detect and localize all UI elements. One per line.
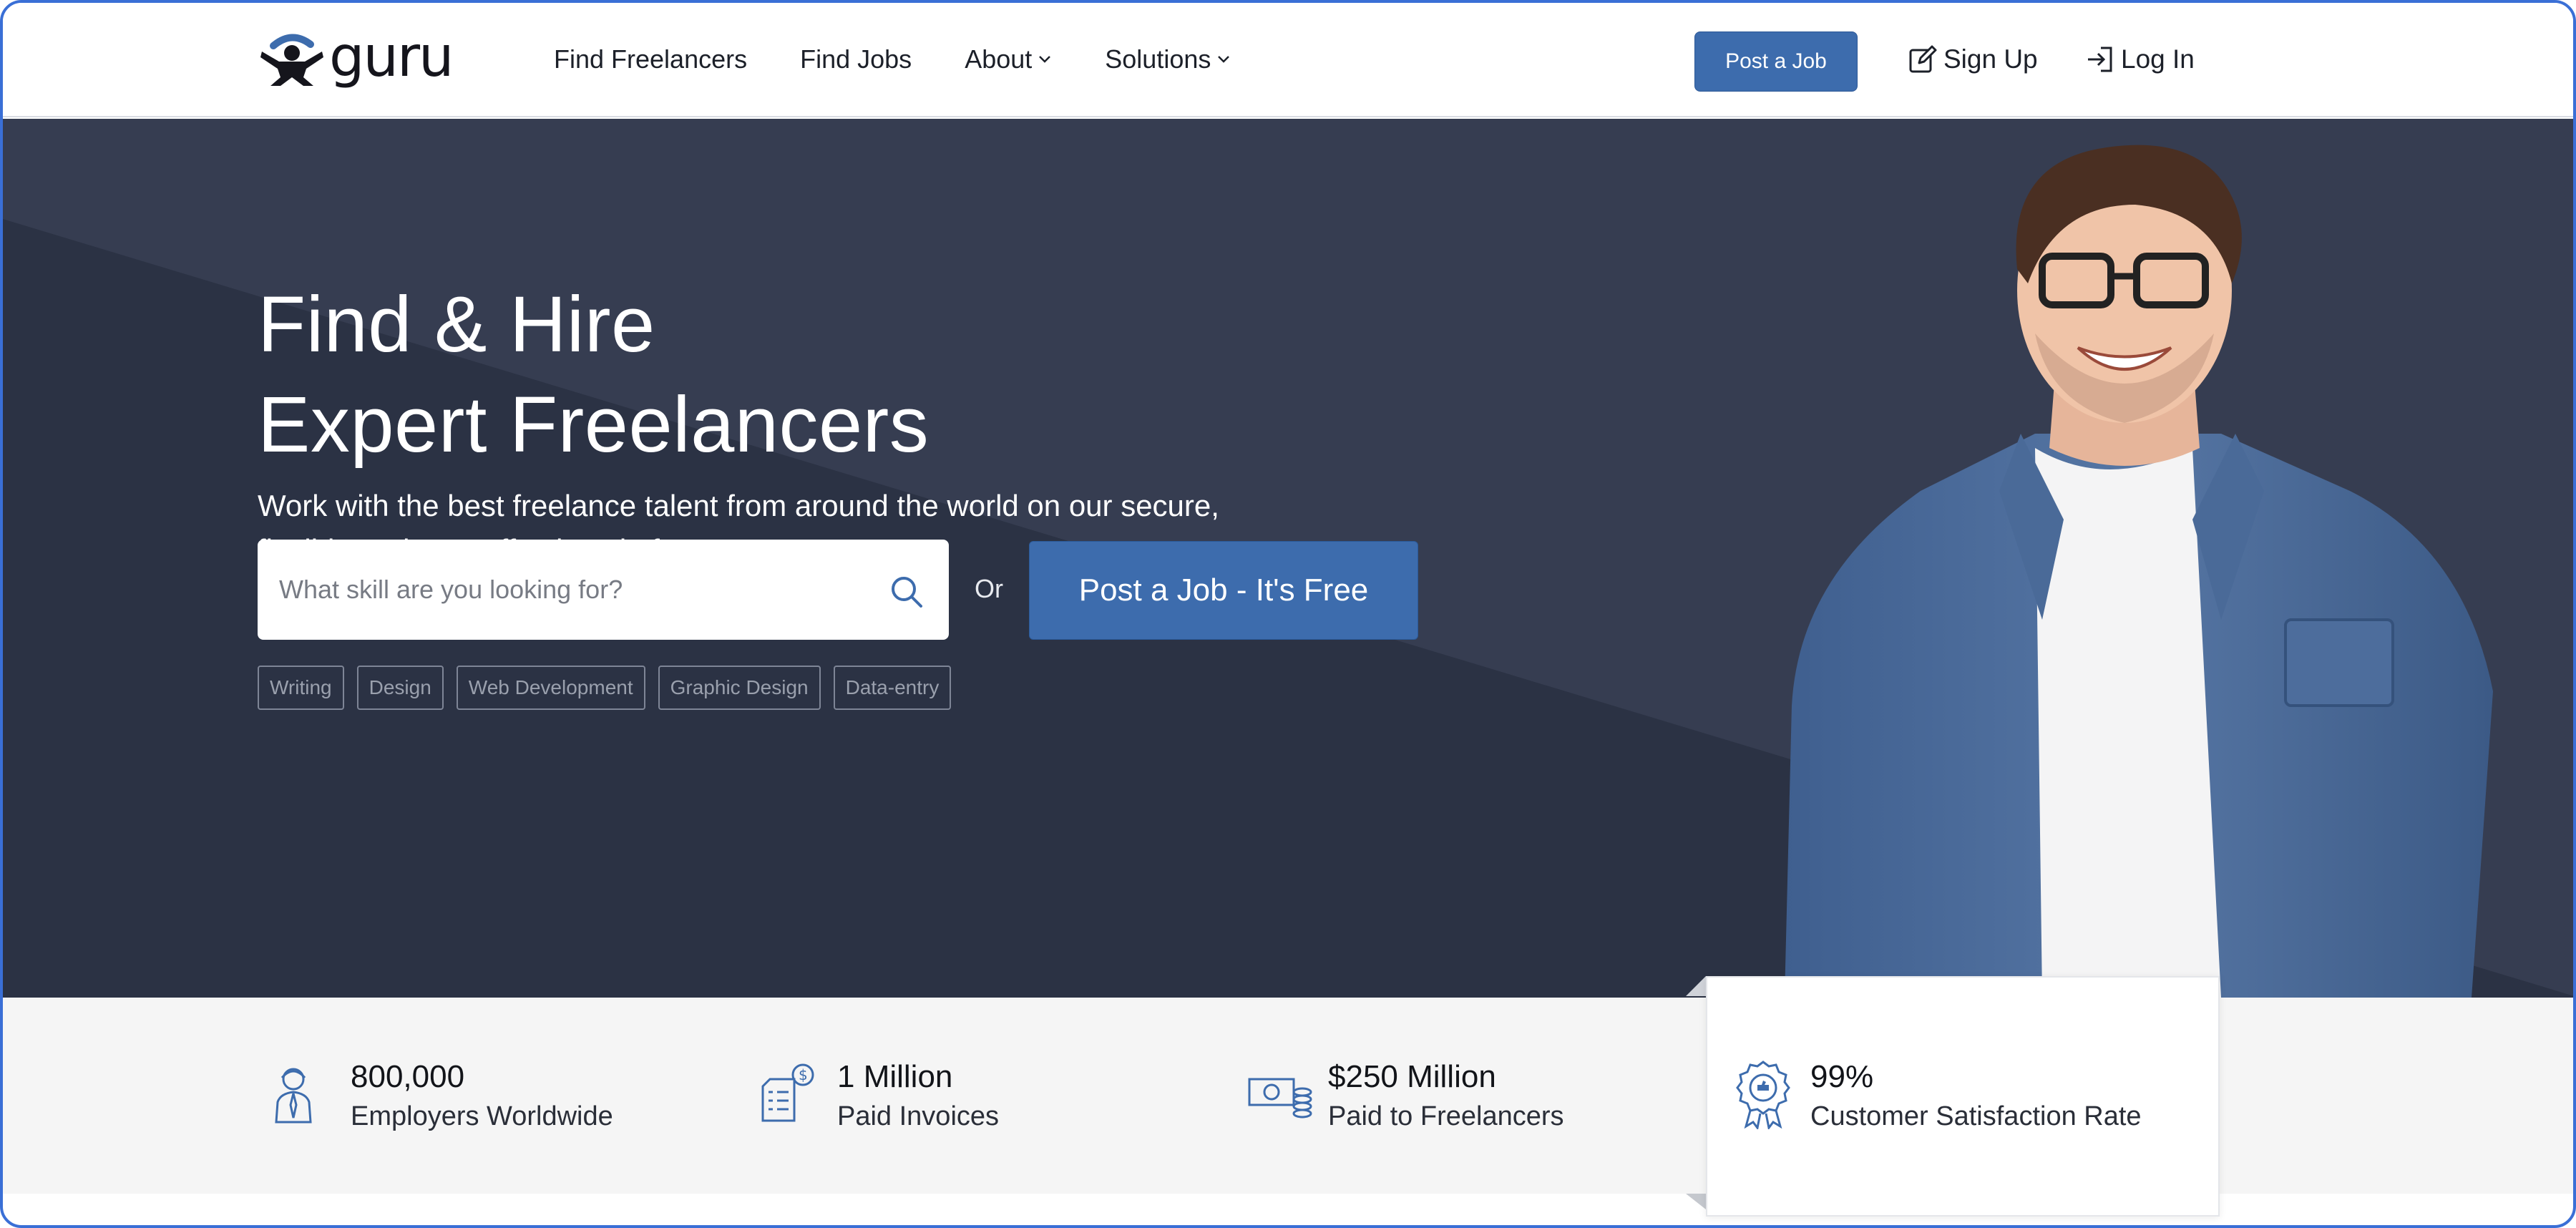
- stat-invoices-value: 1 Million: [837, 1059, 953, 1094]
- stat-paid-label: Paid to Freelancers: [1328, 1101, 1564, 1131]
- logo-wordmark: guru: [329, 25, 454, 89]
- log-in-label: Log In: [2121, 44, 2195, 74]
- popular-skills: Writing Design Web Development Graphic D…: [258, 666, 964, 710]
- hero-title-line2: Expert Freelancers: [258, 381, 930, 469]
- post-job-button[interactable]: Post a Job: [1694, 31, 1858, 92]
- hero-title-line1: Find & Hire: [258, 281, 655, 369]
- hero-person-image: [1785, 145, 2493, 998]
- skill-chip-graphic-design[interactable]: Graphic Design: [658, 666, 821, 710]
- svg-text:$: $: [799, 1066, 808, 1083]
- chevron-down-icon: [1039, 56, 1051, 63]
- or-label: Or: [975, 574, 1003, 603]
- sign-up-link[interactable]: Sign Up: [1908, 44, 2038, 74]
- log-in-link[interactable]: Log In: [2085, 44, 2195, 74]
- login-icon: [2088, 47, 2112, 72]
- stat-employers-text: 800,000 Employers Worldwide: [351, 1058, 613, 1136]
- stat-satisfaction-value: 99%: [1810, 1059, 1874, 1094]
- post-job-free-button[interactable]: Post a Job - It's Free: [1029, 541, 1418, 640]
- skill-search-box: [258, 540, 949, 640]
- nav-find-freelancers[interactable]: Find Freelancers: [554, 44, 747, 74]
- stat-paid: $250 Million Paid to Freelancers: [1245, 1058, 1564, 1136]
- nav-find-freelancers-label: Find Freelancers: [554, 44, 748, 74]
- skill-chip-web-development[interactable]: Web Development: [456, 666, 645, 710]
- stat-satisfaction-label: Customer Satisfaction Rate: [1810, 1101, 2142, 1131]
- card-corner-decoration: [1686, 976, 1706, 996]
- site-header: guru Find Freelancers Find Jobs About So…: [3, 3, 2573, 117]
- stat-invoices: $ 1 Million Paid Invoices: [754, 1058, 999, 1136]
- stat-employers-value: 800,000: [351, 1059, 465, 1094]
- guru-logo[interactable]: guru: [258, 29, 454, 87]
- nav-about-label: About: [965, 44, 1033, 74]
- employer-icon: [275, 1068, 312, 1124]
- money-icon: [1248, 1078, 1312, 1119]
- award-ribbon-icon: [1736, 1061, 1790, 1129]
- browser-frame: guru Find Freelancers Find Jobs About So…: [0, 0, 2576, 1228]
- nav-find-jobs[interactable]: Find Jobs: [800, 44, 912, 74]
- skill-chip-writing[interactable]: Writing: [258, 666, 344, 710]
- nav-find-jobs-label: Find Jobs: [800, 44, 912, 74]
- nav-solutions-label: Solutions: [1105, 44, 1211, 74]
- guru-logo-mark-icon: [260, 34, 323, 86]
- skill-search-input[interactable]: [258, 540, 844, 640]
- stat-invoices-text: 1 Million Paid Invoices: [837, 1058, 999, 1136]
- hero-subtitle-line1: Work with the best freelance talent from…: [258, 489, 1219, 522]
- nav-about[interactable]: About: [965, 44, 1052, 74]
- stat-employers-label: Employers Worldwide: [351, 1101, 613, 1131]
- stat-satisfaction: 99% Customer Satisfaction Rate: [1727, 1058, 2142, 1136]
- stat-employers: 800,000 Employers Worldwide: [268, 1058, 613, 1136]
- stat-satisfaction-text: 99% Customer Satisfaction Rate: [1810, 1058, 2142, 1136]
- invoice-icon: $: [761, 1063, 814, 1122]
- card-corner-decoration: [1686, 1194, 1706, 1209]
- hero-title: Find & Hire Expert Freelancers: [258, 275, 929, 475]
- edit-icon: [1909, 45, 1937, 73]
- skill-chip-design[interactable]: Design: [356, 666, 444, 710]
- stat-paid-value: $250 Million: [1328, 1059, 1496, 1094]
- chevron-down-icon: [1218, 56, 1230, 63]
- nav-solutions[interactable]: Solutions: [1105, 44, 1231, 74]
- sign-up-label: Sign Up: [1943, 44, 2038, 74]
- stat-paid-text: $250 Million Paid to Freelancers: [1328, 1058, 1564, 1136]
- main-nav: Find Freelancers Find Jobs About Solutio…: [554, 44, 1284, 74]
- search-icon[interactable]: [889, 574, 924, 610]
- skill-chip-data-entry[interactable]: Data-entry: [833, 666, 952, 710]
- stat-invoices-label: Paid Invoices: [837, 1101, 1000, 1131]
